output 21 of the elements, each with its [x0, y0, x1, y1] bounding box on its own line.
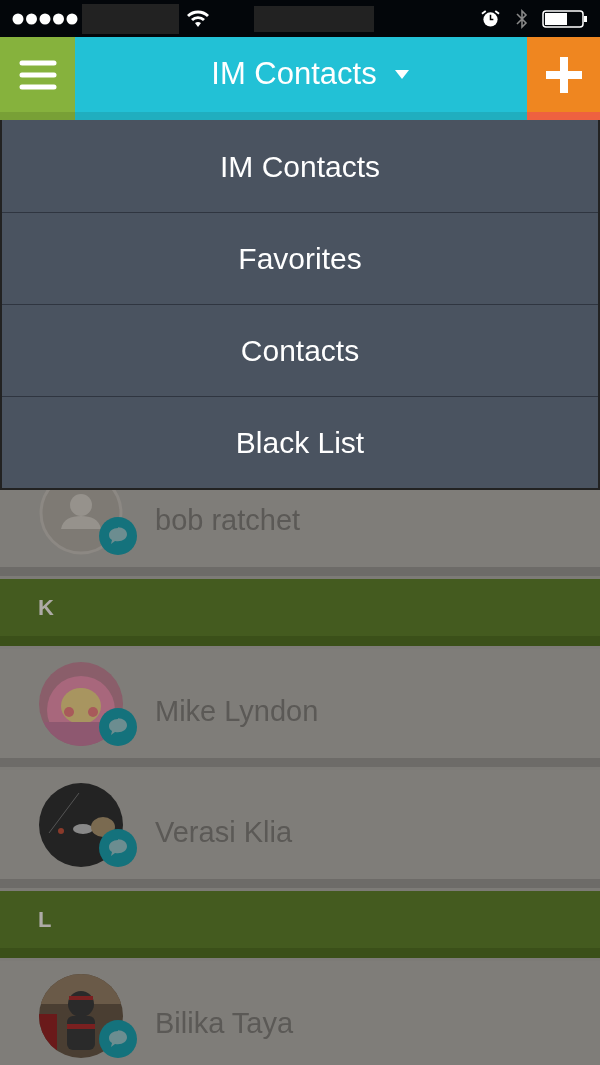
plus-icon — [545, 56, 582, 93]
bluetooth-icon — [516, 7, 528, 30]
dropdown-item[interactable]: IM Contacts — [2, 120, 598, 212]
section-letter: L — [38, 906, 52, 934]
dropdown-item[interactable]: Black List — [2, 396, 598, 488]
chat-badge-icon — [99, 516, 137, 555]
wifi-icon — [186, 9, 210, 28]
menu-button[interactable] — [0, 37, 75, 120]
battery-icon — [542, 9, 588, 28]
chat-badge-icon — [99, 707, 137, 746]
caret-icon — [394, 70, 409, 79]
dropdown-item[interactable]: Contacts — [2, 304, 598, 396]
chat-badge-icon — [99, 828, 137, 867]
title-dropdown[interactable]: IM Contacts — [75, 37, 527, 120]
chat-badge-icon — [99, 1019, 137, 1058]
alarm-clock-icon — [481, 9, 500, 28]
section-letter: K — [38, 594, 54, 622]
signal-icon — [12, 12, 78, 25]
dropdown-item[interactable]: Favorites — [2, 212, 598, 304]
menu-icon — [18, 59, 57, 90]
add-button[interactable] — [527, 37, 600, 120]
